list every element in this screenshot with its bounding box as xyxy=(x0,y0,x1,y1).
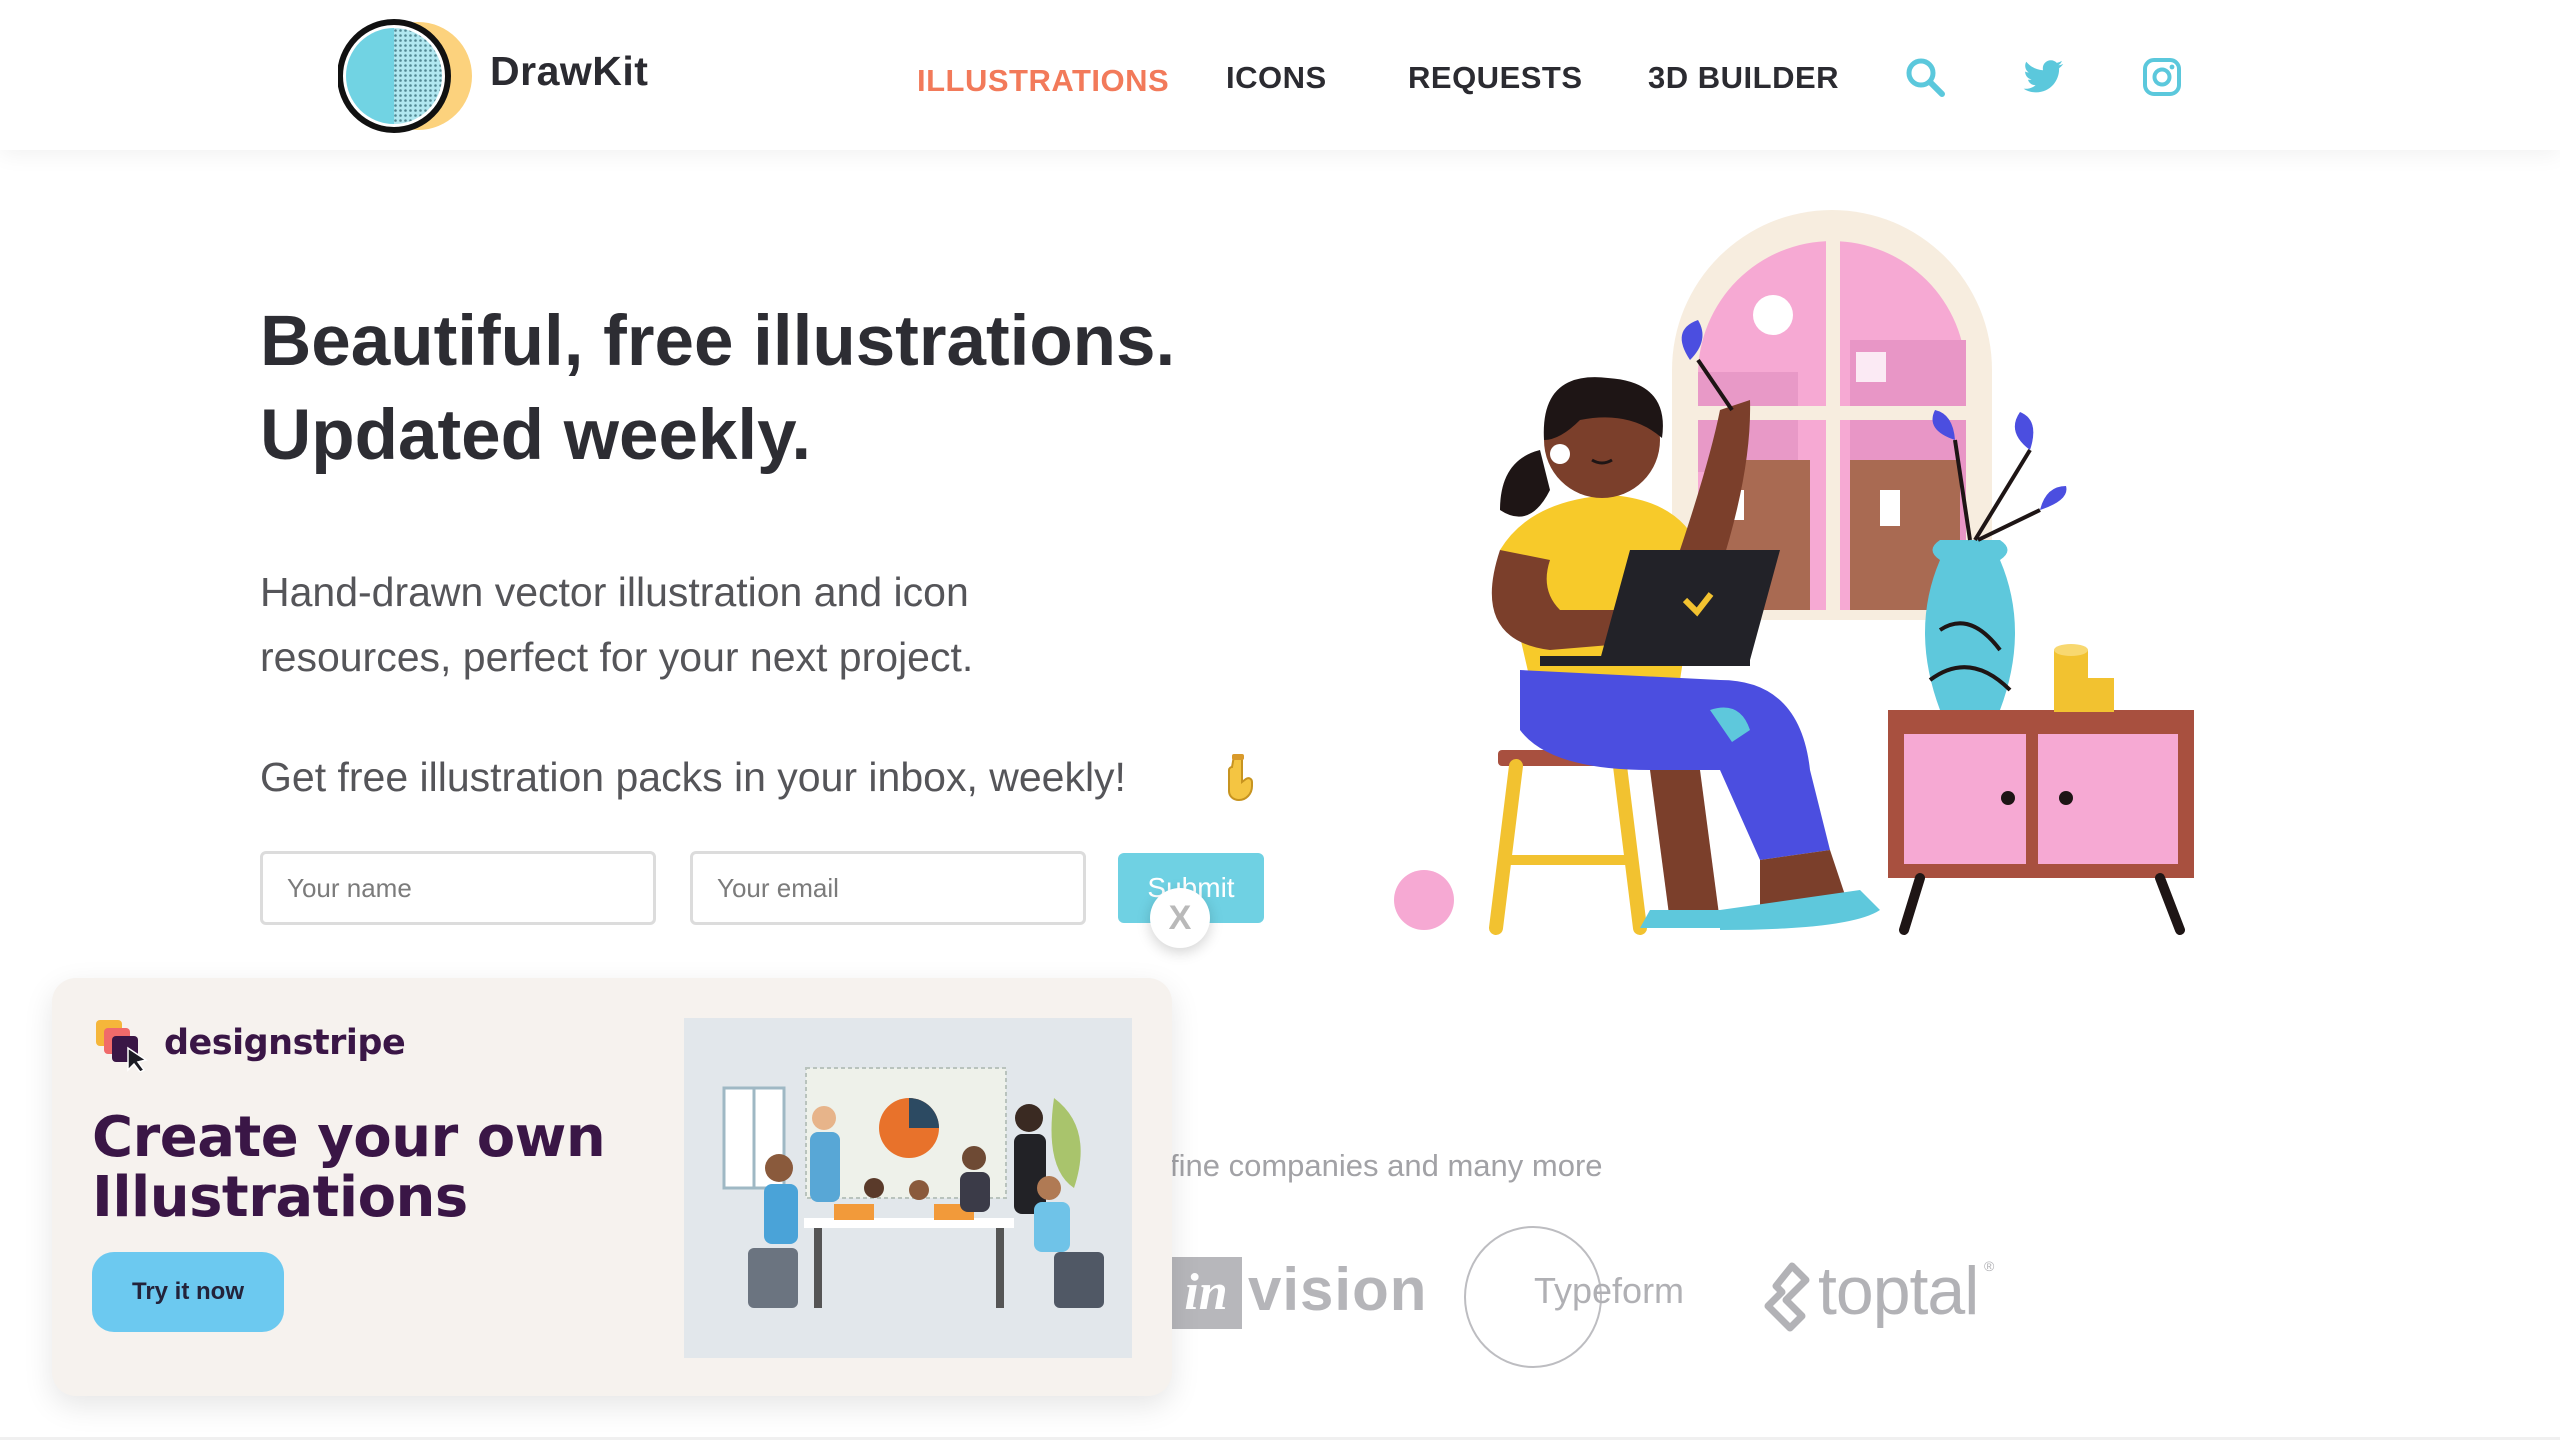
typeform-wordmark: Typeform xyxy=(1534,1270,1685,1311)
companies-caption: fine companies and many more xyxy=(1170,1148,1603,1183)
toptal-wordmark: toptal xyxy=(1818,1253,1979,1329)
twitter-icon[interactable] xyxy=(2022,55,2066,99)
nav-illustrations[interactable]: ILLUSTRATIONS xyxy=(917,63,1169,99)
promo-title: Create your own Illustrations xyxy=(92,1105,606,1230)
instagram-icon[interactable] xyxy=(2140,55,2184,99)
nav-3d-builder[interactable]: 3D BUILDER xyxy=(1648,60,1839,96)
typeform-logo: Typeform xyxy=(1460,1222,1700,1372)
invision-wordmark: vision xyxy=(1248,1256,1428,1323)
invision-mark: in xyxy=(1170,1257,1242,1329)
designstripe-promo[interactable]: designstripe Create your own Illustratio… xyxy=(52,978,1172,1396)
site-header: DrawKit ILLUSTRATIONS ICONS REQUESTS 3D … xyxy=(0,0,2560,150)
toptal-registered: ® xyxy=(1984,1258,1995,1274)
hero-illustration xyxy=(1394,210,2194,935)
hero-title-line1: Beautiful, free illustrations. xyxy=(260,302,1176,381)
brand-name[interactable]: DrawKit xyxy=(490,48,648,95)
toptal-logo: toptal ® xyxy=(1762,1252,2002,1342)
drawkit-logo[interactable] xyxy=(338,18,474,134)
close-promo-button[interactable]: X xyxy=(1150,888,1210,948)
designstripe-logo-icon xyxy=(96,1020,148,1072)
toptal-mark-icon xyxy=(1764,1262,1810,1332)
nav-icons[interactable]: ICONS xyxy=(1226,60,1327,96)
email-input[interactable] xyxy=(690,851,1086,925)
name-input[interactable] xyxy=(260,851,656,925)
nav-requests[interactable]: REQUESTS xyxy=(1408,60,1583,96)
hero-title: Beautiful, free illustrations. Updated w… xyxy=(260,295,1360,483)
hero-title-line2: Updated weekly. xyxy=(260,396,812,475)
newsletter-cta: Get free illustration packs in your inbo… xyxy=(260,754,1126,800)
promo-illustration xyxy=(684,1018,1132,1358)
invision-logo: in vision xyxy=(1170,1255,1426,1335)
hero-subtitle: Hand-drawn vector illustration and icon … xyxy=(260,569,974,680)
search-icon[interactable] xyxy=(1903,55,1947,99)
try-it-now-button[interactable]: Try it now xyxy=(92,1252,284,1332)
designstripe-brand: designstripe xyxy=(164,1023,406,1063)
pointing-down-hand-icon xyxy=(1228,754,1253,802)
